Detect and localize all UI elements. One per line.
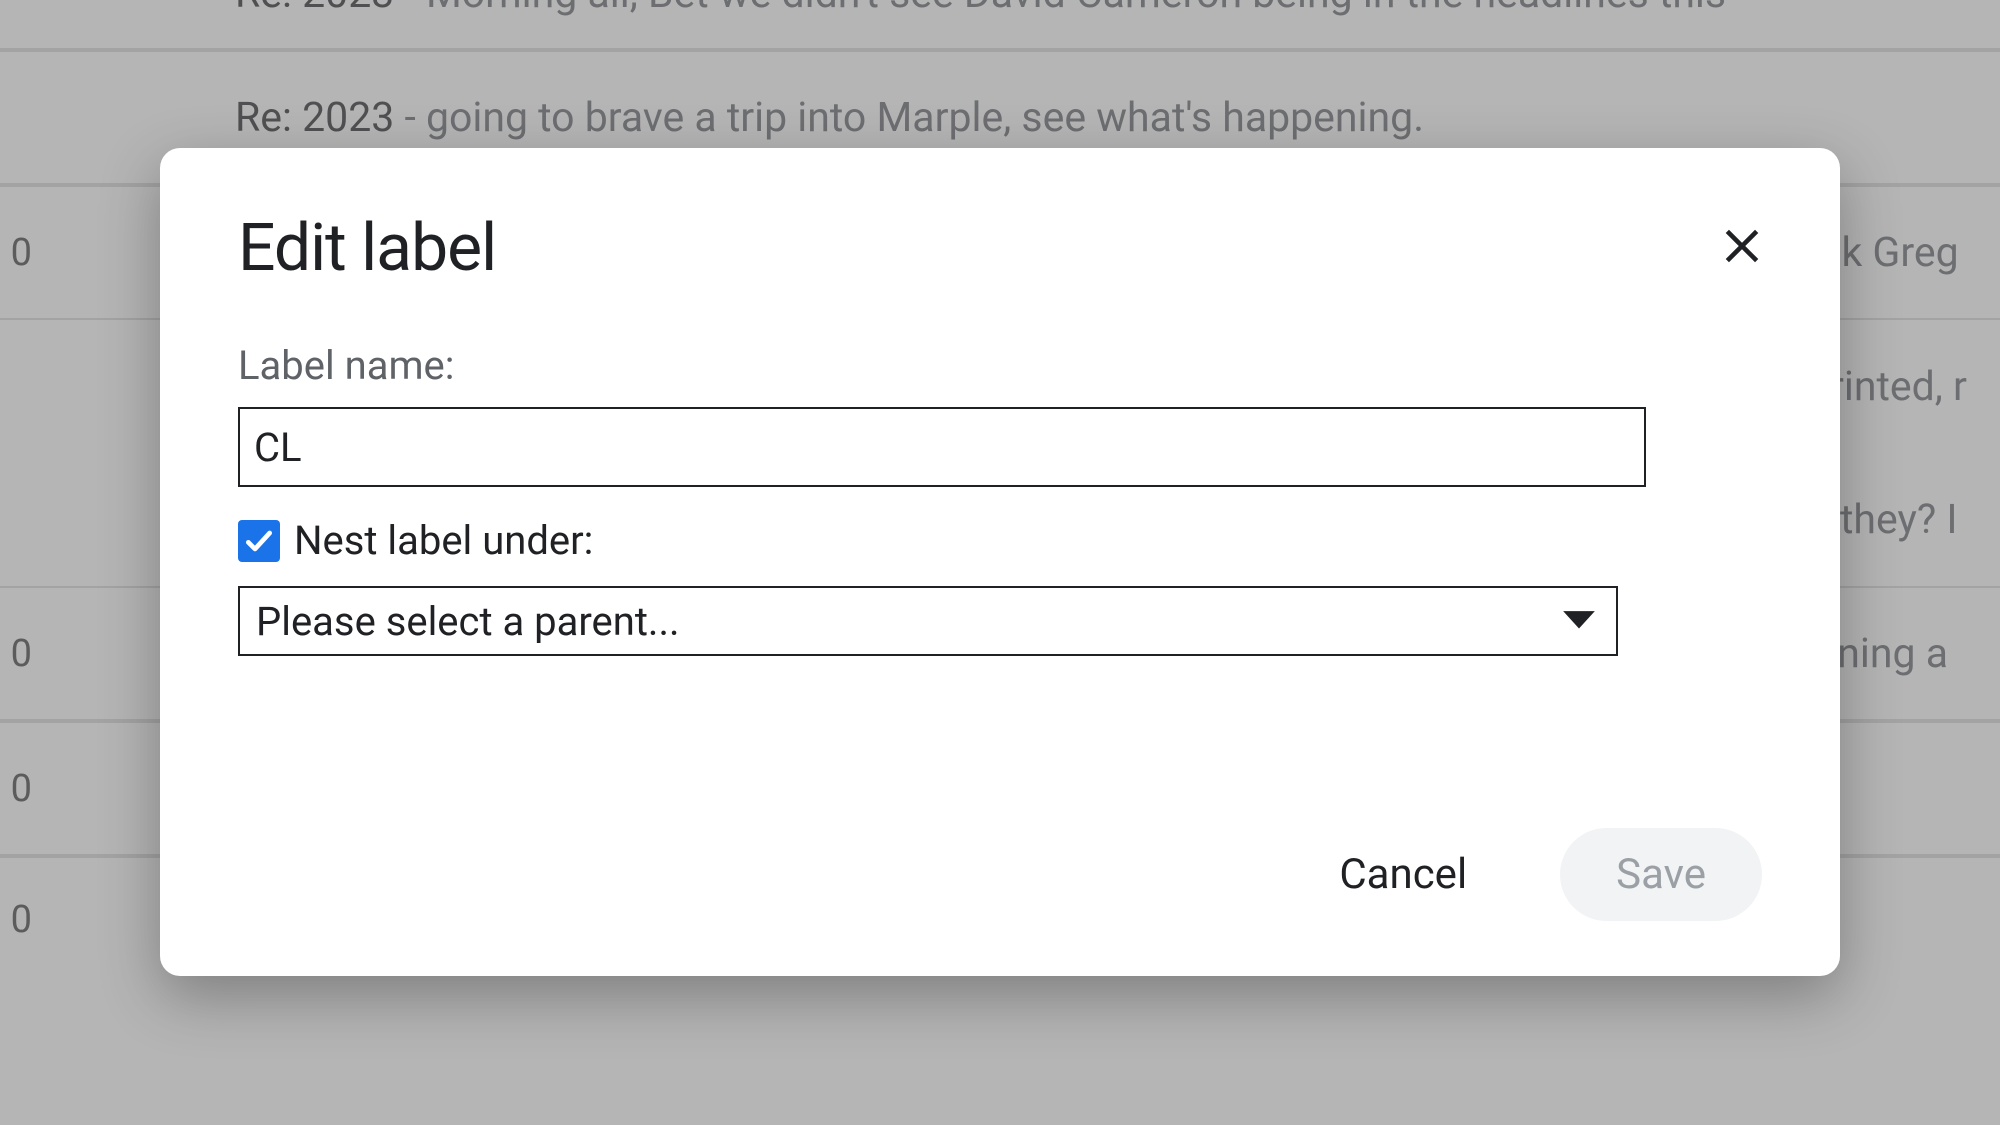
dialog-title: Edit label: [238, 210, 496, 287]
parent-select[interactable]: Please select a parent...: [238, 586, 1618, 656]
cancel-button[interactable]: Cancel: [1291, 828, 1515, 921]
label-name-input[interactable]: [238, 407, 1646, 487]
checkmark-icon: [243, 525, 275, 557]
nest-label: Nest label under:: [294, 517, 593, 564]
parent-select-value: Please select a parent...: [256, 598, 680, 645]
close-icon: [1720, 224, 1764, 268]
nest-checkbox[interactable]: [238, 520, 280, 562]
label-name-label: Label name:: [238, 342, 1762, 389]
close-button[interactable]: [1712, 216, 1772, 276]
save-button[interactable]: Save: [1560, 828, 1762, 921]
edit-label-dialog: Edit label Label name: Nest label under:…: [160, 148, 1840, 976]
